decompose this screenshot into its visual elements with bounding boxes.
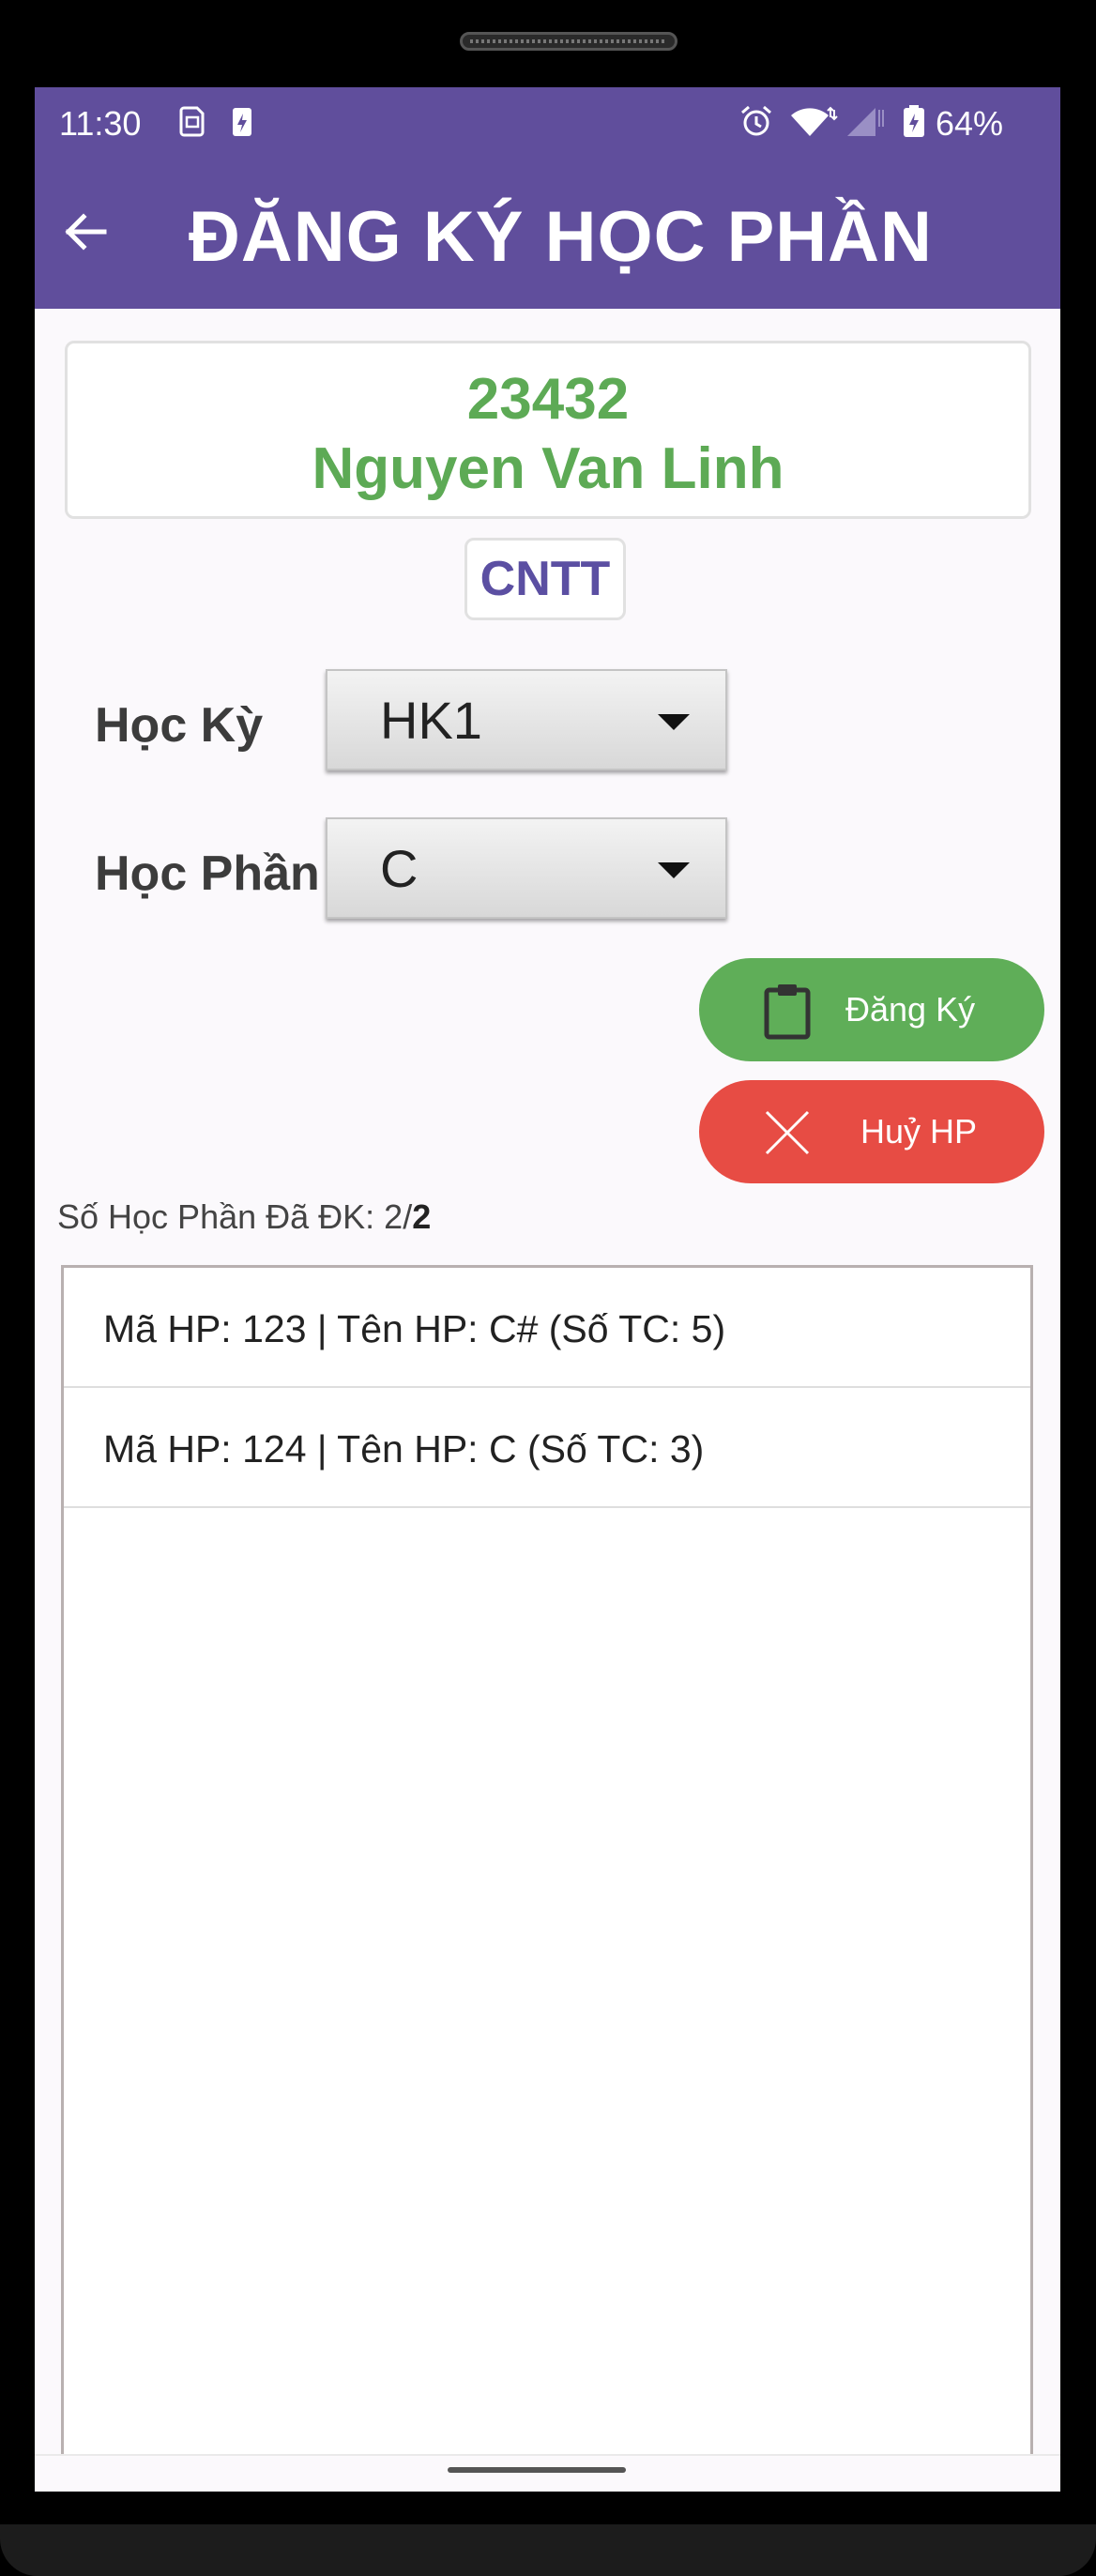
student-name: Nguyen Van Linh [312,436,784,501]
phone-bottom-bezel [0,2524,1096,2576]
registered-courses-list: Mã HP: 123 | Tên HP: C# (Số TC: 5) Mã HP… [61,1265,1033,2492]
dropdown-arrow-icon [658,862,690,878]
list-item[interactable]: Mã HP: 124 | Tên HP: C (Số TC: 3) [64,1388,1030,1508]
page-title: ĐĂNG KÝ HỌC PHẦN [189,197,933,277]
semester-label: Học Kỳ [95,698,264,753]
arrow-left-icon[interactable] [57,204,114,260]
student-info-card: 23432 Nguyen Van Linh [65,341,1031,519]
home-gesture-handle[interactable] [448,2467,626,2473]
registered-count: Số Học Phần Đã ĐK: 2/2 [57,1197,431,1237]
signal-icon [847,108,884,136]
battery-icon [904,105,924,137]
earpiece-speaker [460,32,677,51]
app-bar: ĐĂNG KÝ HỌC PHẦN [35,162,1060,309]
registered-count-max: 2 [412,1197,432,1236]
dropdown-arrow-icon [658,714,690,730]
cancel-course-button[interactable]: Huỷ HP [699,1080,1044,1183]
close-icon [765,1110,810,1155]
clipboard-icon [764,984,811,1040]
phone-frame: 11:30 64% ĐĂNG KÝ HỌC PHẦN 23432 Nguyen … [0,0,1096,2576]
semester-dropdown[interactable]: HK1 [326,669,727,770]
cancel-button-label: Huỷ HP [860,1112,978,1151]
register-button[interactable]: Đăng Ký [699,958,1044,1061]
navigation-bar [35,2454,1060,2492]
registered-count-prefix: Số Học Phần Đã ĐK: 2/ [57,1197,413,1236]
course-item-text: Mã HP: 123 | Tên HP: C# (Số TC: 5) [103,1307,726,1350]
faculty-badge: CNTT [464,538,626,620]
battery-saver-icon [233,108,251,136]
course-selected-value: C [380,839,419,898]
course-dropdown[interactable]: C [326,817,727,919]
battery-percentage: 64% [936,104,1004,143]
list-item[interactable]: Mã HP: 123 | Tên HP: C# (Số TC: 5) [64,1268,1030,1388]
app-screen: 11:30 64% ĐĂNG KÝ HỌC PHẦN 23432 Nguyen … [35,87,1060,2492]
course-label: Học Phần [95,846,320,901]
status-time: 11:30 [59,104,142,143]
alarm-icon [741,105,771,136]
semester-selected-value: HK1 [380,691,482,750]
course-item-text: Mã HP: 124 | Tên HP: C (Số TC: 3) [103,1427,705,1471]
register-button-label: Đăng Ký [845,990,976,1029]
student-id: 23432 [466,367,630,432]
wifi-icon [791,106,838,136]
status-bar: 11:30 64% [35,87,1060,162]
sim-card-icon [179,106,205,137]
